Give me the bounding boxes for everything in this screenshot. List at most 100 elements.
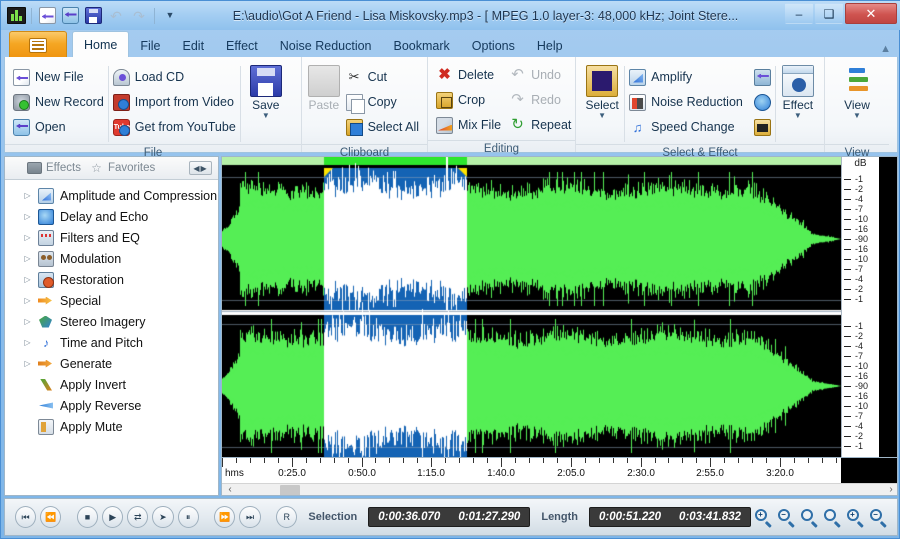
tree-item-filters-and-eq[interactable]: ▷ Filters and EQ [5, 227, 218, 248]
tree-item-delay-and-echo[interactable]: ▷ Delay and Echo [5, 206, 218, 227]
select-all-button[interactable]: Select All [342, 116, 423, 138]
delete-button[interactable]: ✖ Delete [432, 64, 505, 86]
tree-item-amplitude-and-compression[interactable]: ▷ Amplitude and Compression [5, 185, 218, 206]
ruler-filler [841, 458, 897, 484]
equalizer-button[interactable] [750, 116, 775, 138]
db-tick: -10 [843, 254, 869, 264]
selection-range-field[interactable]: 0:00:36.070 0:01:27.290 [368, 507, 531, 527]
tree-item-modulation[interactable]: ▷ Modulation [5, 248, 218, 269]
crop-button[interactable]: Crop [432, 89, 505, 111]
amplify-button[interactable]: Amplify [625, 66, 747, 88]
delay-button[interactable] [750, 91, 775, 113]
cut-button[interactable]: ✂ Cut [342, 66, 423, 88]
effect-button[interactable]: Effect ▼ [776, 60, 820, 144]
prev-next-icon[interactable]: ◀▶ [189, 161, 212, 175]
mix-file-button[interactable]: Mix File [432, 114, 505, 136]
chevron-up-icon[interactable]: ▲ [880, 43, 891, 55]
length-field[interactable]: 0:00:51.220 0:03:41.832 [589, 507, 752, 527]
get-from-youtube-button[interactable]: Tube Get from YouTube [109, 116, 240, 138]
new-record-button[interactable]: New Record [9, 91, 108, 113]
expand-arrow-icon[interactable]: ▷ [23, 338, 32, 347]
tab-favorites[interactable]: ☆ Favorites [89, 162, 155, 174]
loop-button[interactable]: ⇄ [127, 506, 149, 528]
open-button[interactable]: Open [9, 116, 108, 138]
expand-arrow-icon[interactable]: ▷ [23, 296, 32, 305]
load-cd-button[interactable]: Load CD [109, 66, 240, 88]
expand-arrow-icon[interactable]: ▷ [23, 212, 32, 221]
open-icon[interactable] [60, 6, 80, 25]
minimize-button[interactable]: – [785, 3, 813, 24]
scroll-right-icon[interactable]: › [884, 484, 897, 495]
scroll-left-icon[interactable]: ‹ [223, 484, 237, 495]
import-from-video-button[interactable]: Import from Video [109, 91, 240, 113]
stop-button[interactable]: ■ [76, 506, 99, 528]
fast-forward-button[interactable]: ⏩ [214, 506, 236, 528]
waveform-canvas-host[interactable] [222, 157, 841, 457]
pause-button[interactable]: ⏸ [177, 506, 199, 528]
tab-effect[interactable]: Effect [215, 33, 269, 58]
save-icon[interactable] [83, 6, 103, 25]
tree-item-restoration[interactable]: ▷ Restoration [5, 269, 218, 290]
tab-bookmark[interactable]: Bookmark [383, 33, 461, 58]
tab-effects-label: Effects [46, 162, 81, 174]
zoom-out-vertical-button[interactable]: − [870, 508, 887, 528]
app-icon[interactable] [6, 6, 26, 25]
tree-item-special[interactable]: ▷ Special [5, 290, 218, 311]
tree-item-generate[interactable]: ▷ Generate [5, 353, 218, 374]
skip-to-start-button[interactable]: ⏮ [15, 506, 37, 528]
db-tick: -4 [843, 421, 864, 431]
speed-change-button[interactable]: ♫ Speed Change [625, 116, 747, 138]
chevron-down-icon[interactable]: ▼ [853, 112, 861, 120]
tree-item-time-and-pitch[interactable]: ▷ ♪ Time and Pitch [5, 332, 218, 353]
expand-arrow-icon[interactable]: ▷ [23, 191, 32, 200]
chevron-down-icon[interactable]: ▼ [794, 112, 802, 120]
expand-arrow-icon[interactable]: ▷ [23, 233, 32, 242]
tree-item-apply-invert[interactable]: Apply Invert [5, 374, 218, 395]
fade-button[interactable] [750, 66, 775, 88]
ruler-tick [655, 458, 656, 463]
time-ruler[interactable]: hms 0:25.0 0:50.0 1:15.0 1:40.0 2:05.0 2:30.0… [222, 457, 897, 484]
waveform-display[interactable] [222, 157, 841, 457]
tab-effects[interactable]: Effects [27, 162, 81, 174]
maximize-button[interactable]: ❑ [815, 3, 843, 24]
tab-file[interactable]: File [129, 33, 171, 58]
scrollbar-thumb[interactable] [280, 485, 300, 495]
expand-arrow-icon[interactable]: ▷ [23, 317, 32, 326]
zoom-full-button[interactable] [824, 508, 841, 528]
zoom-to-selection-button[interactable] [801, 508, 818, 528]
save-button[interactable]: Save ▼ [241, 60, 291, 144]
repeat-button[interactable]: ↻ Repeat [505, 114, 575, 136]
rewind-button[interactable]: ⏪ [40, 506, 62, 528]
zoom-in-vertical-button[interactable]: + [847, 508, 864, 528]
skip-to-end-button[interactable]: ⏭ [239, 506, 261, 528]
ruler-tick [710, 458, 711, 467]
noise-reduction-button[interactable]: Noise Reduction [625, 91, 747, 113]
app-menu-button[interactable] [9, 31, 67, 58]
chevron-down-icon[interactable]: ▼ [598, 112, 606, 120]
tab-noise-reduction[interactable]: Noise Reduction [269, 33, 383, 58]
expand-arrow-icon[interactable]: ▷ [23, 275, 32, 284]
select-button[interactable]: Select ▼ [580, 60, 624, 144]
expand-arrow-icon[interactable]: ▷ [23, 254, 32, 263]
tree-item-apply-mute[interactable]: Apply Mute [5, 416, 218, 437]
zoom-in-button[interactable]: + [755, 508, 772, 528]
tab-help[interactable]: Help [526, 33, 574, 58]
record-button[interactable]: R [276, 506, 298, 528]
tree-item-apply-reverse[interactable]: Apply Reverse [5, 395, 218, 416]
tree-item-stereo-imagery[interactable]: ▷ Stereo Imagery [5, 311, 218, 332]
chevron-down-icon[interactable]: ▼ [262, 112, 270, 120]
copy-button[interactable]: Copy [342, 91, 423, 114]
tab-edit[interactable]: Edit [172, 33, 216, 58]
view-button[interactable]: View ▼ [832, 60, 882, 144]
customize-quick-access-icon[interactable]: ▼ [160, 6, 180, 25]
forward-step-button[interactable]: ➤ [152, 506, 174, 528]
tab-options[interactable]: Options [461, 33, 526, 58]
close-button[interactable]: ✕ [845, 3, 897, 24]
expand-arrow-icon[interactable]: ▷ [23, 359, 32, 368]
play-button[interactable]: ▶ [102, 506, 124, 528]
horizontal-scrollbar-top[interactable]: ‹ › [222, 483, 897, 495]
tab-home[interactable]: Home [72, 31, 130, 58]
new-file-icon[interactable] [37, 6, 57, 25]
zoom-out-button[interactable]: − [778, 508, 795, 528]
new-file-button[interactable]: New File [9, 66, 108, 88]
